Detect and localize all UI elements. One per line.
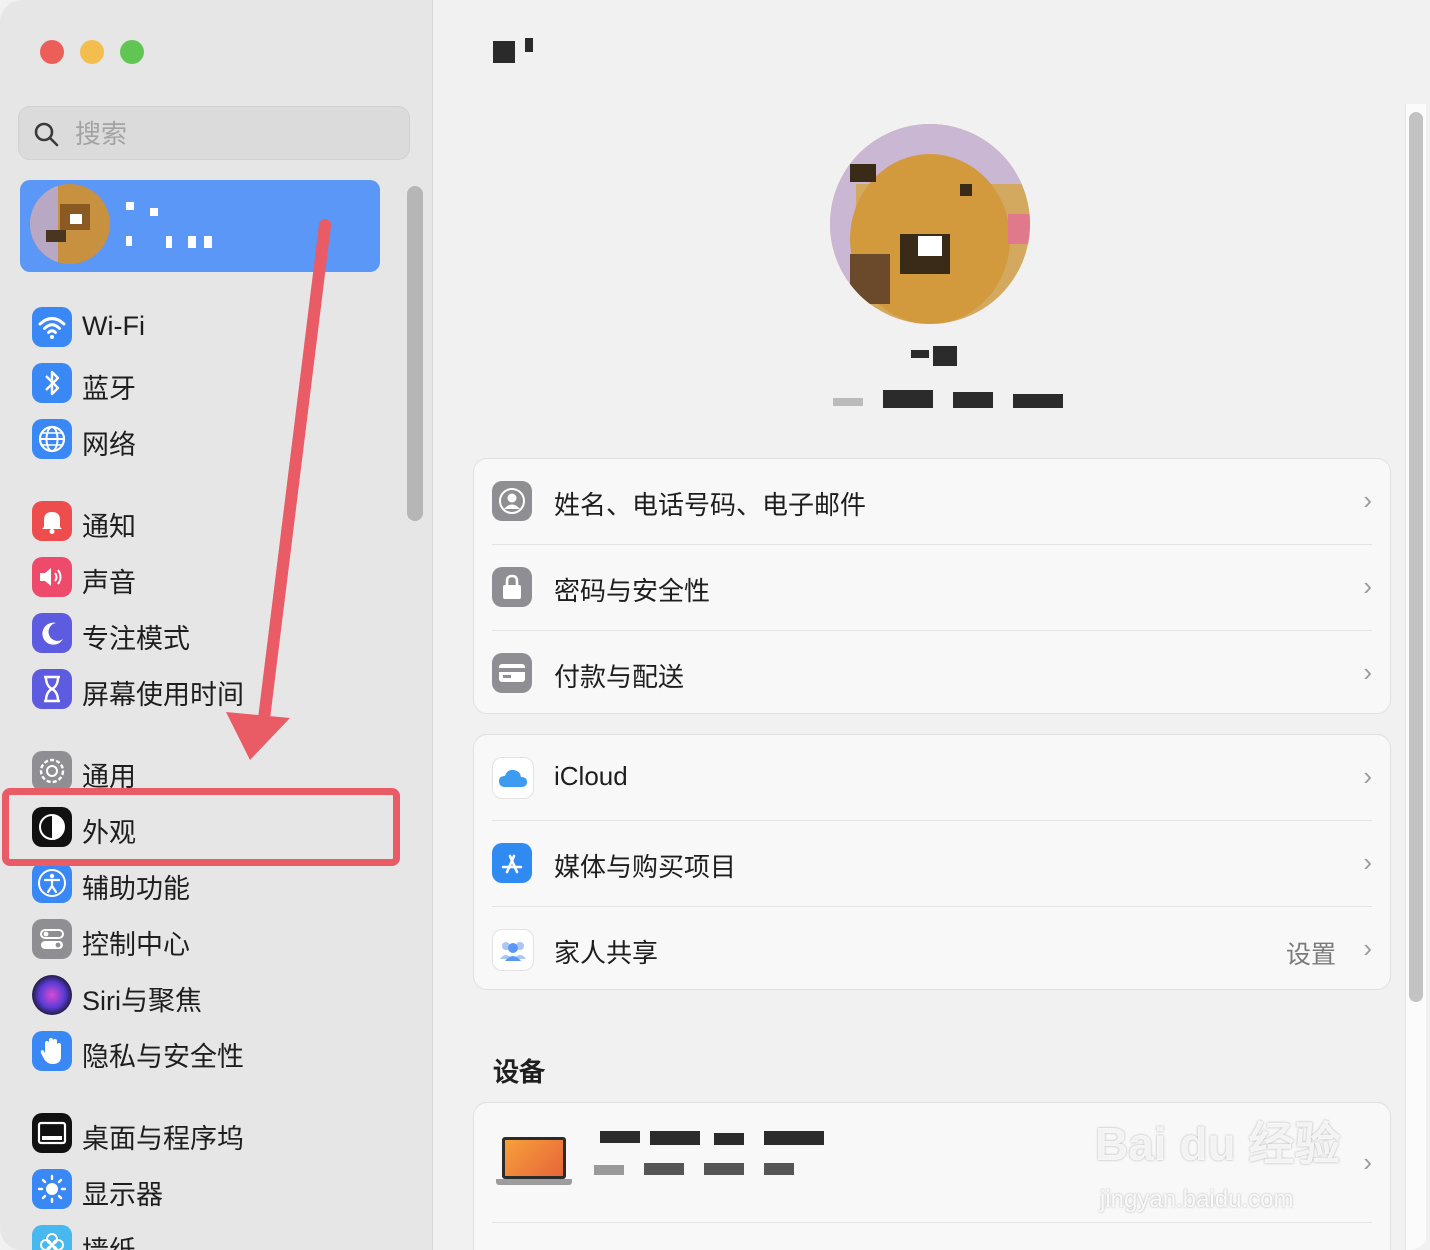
appstore-icon	[492, 843, 532, 883]
sidebar-item-label: 控制中心	[82, 930, 190, 960]
sidebar-item-sound[interactable]: 声音	[30, 555, 400, 601]
row-media-purchases[interactable]: 媒体与购买项目 ›	[474, 821, 1390, 907]
close-window-button[interactable]	[40, 40, 64, 64]
sidebar-item-wifi[interactable]: Wi-Fi	[30, 305, 400, 351]
sidebar-item-label: 隐私与安全性	[82, 1042, 244, 1072]
row-label: 密码与安全性	[554, 576, 711, 606]
chevron-right-icon: ›	[1363, 657, 1372, 687]
page-title	[493, 38, 533, 70]
gear-icon	[32, 751, 72, 791]
globe-icon	[32, 419, 72, 459]
hourglass-icon	[32, 669, 72, 709]
row-payment-shipping[interactable]: 付款与配送 ›	[474, 631, 1390, 717]
moon-icon	[32, 613, 72, 653]
row-label: 付款与配送	[554, 662, 685, 692]
sun-icon	[32, 1169, 72, 1209]
services-group: iCloud › 媒体与购买项目 › 家人共享 设置 ›	[473, 734, 1391, 990]
sidebar: Wi-Fi 蓝牙 网络 通知 声音	[0, 0, 433, 1250]
lock-icon	[492, 567, 532, 607]
watermark-url: jingyan.baidu.com	[1100, 1186, 1294, 1213]
sidebar-item-displays[interactable]: 显示器	[30, 1167, 400, 1213]
sidebar-item-label: 墙纸	[82, 1229, 136, 1250]
row-icloud[interactable]: iCloud ›	[474, 735, 1390, 821]
main-scrollbar[interactable]	[1409, 112, 1423, 1002]
siri-icon	[32, 975, 72, 1015]
watermark-logo: Bai du 经验	[1095, 1118, 1341, 1170]
sidebar-item-notifications[interactable]: 通知	[30, 499, 400, 545]
sidebar-item-screen-time[interactable]: 屏幕使用时间	[30, 667, 400, 713]
search-icon	[34, 122, 59, 147]
search-input[interactable]	[73, 115, 397, 153]
sidebar-item-label: 专注模式	[82, 624, 190, 654]
chevron-right-icon: ›	[1363, 761, 1372, 791]
chevron-right-icon: ›	[1363, 933, 1372, 963]
profile-avatar[interactable]	[830, 124, 1030, 324]
divider	[492, 1222, 1372, 1223]
account-settings-group: 姓名、电话号码、电子邮件 › 密码与安全性 › 付款与配送 ›	[473, 458, 1391, 714]
sidebar-item-network[interactable]: 网络	[30, 417, 400, 463]
sidebar-item-label: 网络	[82, 430, 136, 460]
row-label: 家人共享	[554, 938, 659, 968]
bell-icon	[32, 501, 72, 541]
row-name-phone-email[interactable]: 姓名、电话号码、电子邮件 ›	[474, 459, 1390, 545]
row-password-security[interactable]: 密码与安全性 ›	[474, 545, 1390, 631]
sidebar-item-label: 屏幕使用时间	[82, 680, 244, 710]
chevron-right-icon: ›	[1363, 485, 1372, 515]
wifi-icon	[32, 307, 72, 347]
sidebar-item-label: Wi-Fi	[82, 311, 145, 341]
sidebar-item-label: 显示器	[82, 1180, 163, 1210]
row-label: iCloud	[554, 761, 628, 791]
dock-icon	[32, 1113, 72, 1153]
sidebar-item-label: 辅助功能	[82, 874, 190, 904]
control-center-icon	[32, 919, 72, 959]
laptop-icon	[496, 1137, 572, 1187]
sidebar-item-accessibility[interactable]: 辅助功能	[30, 861, 400, 907]
sidebar-item-label: 通知	[82, 512, 136, 542]
row-label: 姓名、电话号码、电子邮件	[554, 490, 867, 520]
row-label: 媒体与购买项目	[554, 852, 737, 882]
section-heading-devices: 设备	[493, 1057, 546, 1087]
chevron-right-icon: ›	[1363, 571, 1372, 601]
row-value: 设置	[1285, 941, 1336, 969]
account-item[interactable]	[20, 180, 380, 272]
sidebar-item-control-center[interactable]: 控制中心	[30, 917, 400, 963]
hand-icon	[32, 1031, 72, 1071]
row-family-sharing[interactable]: 家人共享 设置 ›	[474, 907, 1390, 993]
settings-window: Wi-Fi 蓝牙 网络 通知 声音	[0, 0, 1430, 1250]
icloud-icon	[492, 757, 534, 799]
sidebar-item-wallpaper[interactable]: 墙纸	[30, 1223, 400, 1250]
bluetooth-icon	[32, 363, 72, 403]
family-icon	[492, 929, 534, 971]
wallpaper-icon	[32, 1225, 72, 1250]
sidebar-item-privacy[interactable]: 隐私与安全性	[30, 1029, 400, 1075]
avatar	[30, 184, 110, 264]
sidebar-item-focus[interactable]: 专注模式	[30, 611, 400, 657]
accessibility-icon	[32, 863, 72, 903]
sidebar-item-desktop-dock[interactable]: 桌面与程序坞	[30, 1111, 400, 1157]
person-icon	[492, 481, 532, 521]
sidebar-item-siri[interactable]: Siri与聚焦	[30, 973, 400, 1019]
main-pane: 姓名、电话号码、电子邮件 › 密码与安全性 › 付款与配送 › iCloud ›…	[433, 0, 1430, 1250]
chevron-right-icon: ›	[1363, 847, 1372, 877]
minimize-window-button[interactable]	[80, 40, 104, 64]
sidebar-item-label: Siri与聚焦	[82, 986, 202, 1016]
sidebar-scrollbar[interactable]	[407, 186, 423, 521]
annotation-highlight-box	[2, 788, 400, 866]
sidebar-item-label: 蓝牙	[82, 374, 136, 404]
sidebar-item-label: 桌面与程序坞	[82, 1124, 244, 1154]
search-field[interactable]	[18, 106, 410, 160]
card-icon	[492, 653, 532, 693]
zoom-window-button[interactable]	[120, 40, 144, 64]
chevron-right-icon: ›	[1363, 1147, 1372, 1177]
sidebar-item-label: 声音	[82, 568, 136, 598]
sidebar-item-bluetooth[interactable]: 蓝牙	[30, 361, 400, 407]
speaker-icon	[32, 557, 72, 597]
